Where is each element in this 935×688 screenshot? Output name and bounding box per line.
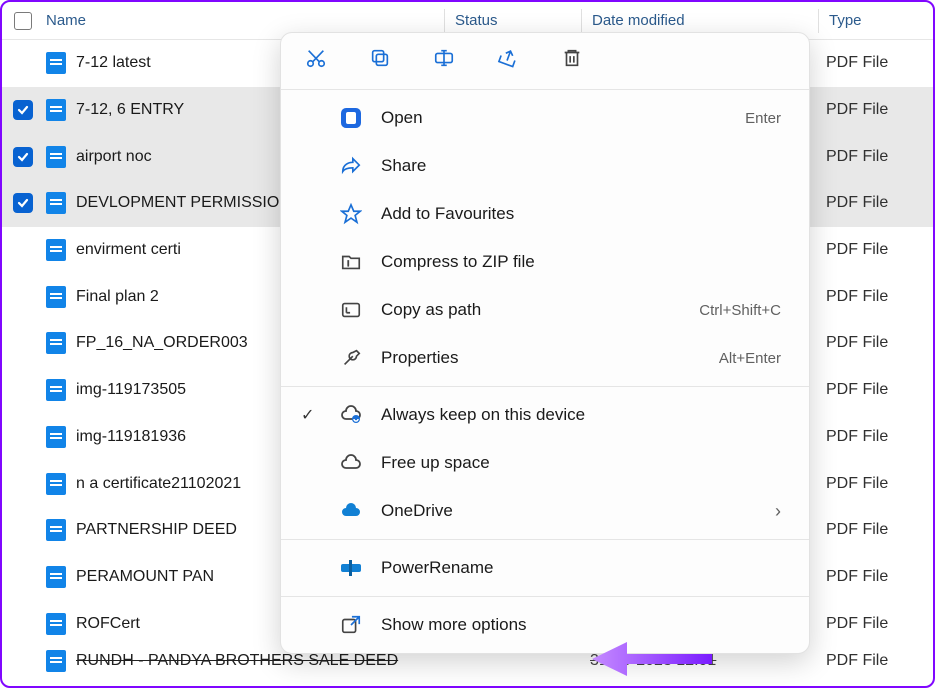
file-name-label: Final plan 2 [76, 288, 159, 306]
file-type-label: PDF File [816, 475, 933, 493]
pdf-file-icon [46, 52, 66, 74]
file-name-label: img-119181936 [76, 428, 186, 446]
file-name-label: n a certificate21102021 [76, 475, 241, 493]
pdf-file-icon [46, 379, 66, 401]
menu-properties[interactable]: Properties Alt+Enter [281, 334, 809, 382]
copy-path-icon [339, 298, 363, 322]
file-name-label: 7-12 latest [76, 54, 151, 72]
star-icon [339, 202, 363, 226]
pdf-file-icon [46, 426, 66, 448]
pdf-file-icon [46, 192, 66, 214]
file-name-label: img-119173505 [76, 381, 186, 399]
file-name-label: PARTNERSHIP DEED [76, 521, 237, 539]
select-all-checkbox[interactable] [2, 12, 44, 30]
file-type-label: PDF File [816, 288, 933, 306]
pdf-file-icon [46, 473, 66, 495]
file-type-label: PDF File [816, 521, 933, 539]
chevron-right-icon: › [775, 501, 781, 522]
context-toolbar [281, 39, 809, 85]
file-type-label: PDF File [816, 615, 933, 633]
menu-copy-path[interactable]: Copy as path Ctrl+Shift+C [281, 286, 809, 334]
file-type-label: PDF File [816, 241, 933, 259]
file-type-label: PDF File [816, 428, 933, 446]
file-name-label: FP_16_NA_ORDER003 [76, 334, 248, 352]
pdf-file-icon [46, 650, 66, 672]
wrench-icon [339, 346, 363, 370]
file-type-label: PDF File [816, 652, 933, 670]
menu-show-more-options[interactable]: Show more options [281, 601, 809, 649]
file-name-label: airport noc [76, 148, 152, 166]
menu-add-favourites[interactable]: Add to Favourites [281, 190, 809, 238]
column-header-date[interactable]: Date modified [582, 12, 818, 29]
file-name-label: RUNDH - PANDYA BROTHERS SALE DEED [76, 652, 398, 670]
file-name-label: ROFCert [76, 615, 140, 633]
file-name-label: 7-12, 6 ENTRY [76, 101, 184, 119]
file-type-label: PDF File [816, 101, 933, 119]
context-menu: Open Enter Share Add to Favourites Compr… [280, 32, 810, 654]
onedrive-icon [339, 499, 363, 523]
pdf-file-icon [46, 239, 66, 261]
column-header-type[interactable]: Type [819, 12, 933, 29]
pdf-file-icon [46, 613, 66, 635]
file-type-label: PDF File [816, 148, 933, 166]
menu-share[interactable]: Share [281, 142, 809, 190]
delete-icon[interactable] [559, 45, 585, 71]
pdf-file-icon [46, 99, 66, 121]
rename-icon[interactable] [431, 45, 457, 71]
menu-always-keep[interactable]: ✓ Always keep on this device [281, 391, 809, 439]
cloud-icon [339, 451, 363, 475]
menu-open[interactable]: Open Enter [281, 94, 809, 142]
copy-icon[interactable] [367, 45, 393, 71]
pdf-file-icon [46, 519, 66, 541]
checkmark-icon: ✓ [301, 405, 314, 425]
menu-compress-zip[interactable]: Compress to ZIP file [281, 238, 809, 286]
file-name-label: PERAMOUNT PAN [76, 568, 214, 586]
share-icon[interactable] [495, 45, 521, 71]
file-type-label: PDF File [816, 381, 933, 399]
file-name-label: envirment certi [76, 241, 181, 259]
pdf-file-icon [46, 566, 66, 588]
open-app-icon [339, 106, 363, 130]
file-type-label: PDF File [816, 54, 933, 72]
column-header-name[interactable]: Name [44, 12, 444, 29]
annotation-arrow [587, 634, 717, 684]
file-name-label: DEVLOPMENT PERMISSIO [76, 194, 279, 212]
file-type-label: PDF File [816, 194, 933, 212]
powerrename-icon [339, 556, 363, 580]
menu-free-up-space[interactable]: Free up space [281, 439, 809, 487]
column-header-status[interactable]: Status [445, 12, 581, 29]
checked-checkbox[interactable] [13, 147, 33, 167]
cut-icon[interactable] [303, 45, 329, 71]
pdf-file-icon [46, 286, 66, 308]
popout-icon [339, 613, 363, 637]
zip-folder-icon [339, 250, 363, 274]
pdf-file-icon [46, 146, 66, 168]
menu-powerrename[interactable]: PowerRename [281, 544, 809, 592]
pdf-file-icon [46, 332, 66, 354]
file-type-label: PDF File [816, 334, 933, 352]
checked-checkbox[interactable] [13, 100, 33, 120]
menu-onedrive[interactable]: OneDrive › [281, 487, 809, 535]
share-arrow-icon [339, 154, 363, 178]
cloud-sync-icon [339, 403, 363, 427]
checked-checkbox[interactable] [13, 193, 33, 213]
file-type-label: PDF File [816, 568, 933, 586]
